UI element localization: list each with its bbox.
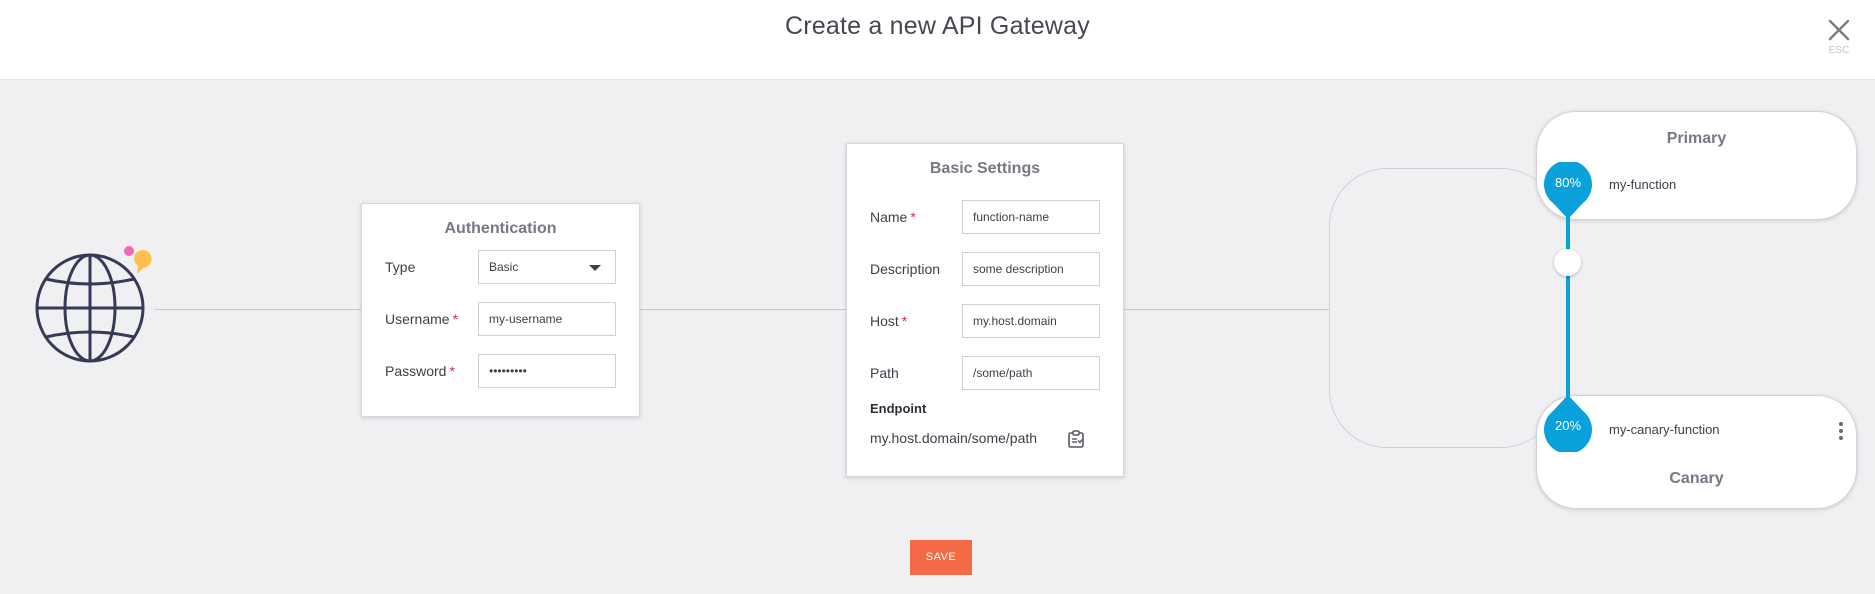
authentication-title: Authentication	[444, 220, 557, 237]
primary-function-name: my-function	[1609, 177, 1677, 192]
endpoint-url: my.host.domain/some/path	[870, 430, 1038, 446]
required-asterisk: *	[901, 313, 908, 329]
routing-split-box	[1329, 168, 1559, 448]
esc-hint: ESC	[1828, 45, 1850, 56]
path-input[interactable]: /some/path	[962, 356, 1100, 390]
traffic-split-track	[1566, 212, 1570, 404]
pin-shape	[1544, 160, 1592, 219]
canary-percent-badge: 20%	[1543, 394, 1593, 454]
basic-settings-title: Basic Settings	[929, 160, 1041, 177]
host-input[interactable]: my.host.domain	[962, 304, 1100, 338]
modal-header: Create a new API Gateway ESC	[0, 0, 1875, 80]
close-button[interactable]: ESC	[1822, 14, 1856, 60]
page-title: Create a new API Gateway	[785, 12, 1090, 40]
username-input[interactable]: my-username	[478, 302, 616, 336]
name-label: Name *	[870, 209, 916, 225]
canary-percent: 20%	[1554, 418, 1582, 433]
host-label: Host *	[870, 313, 908, 329]
copy-to-clipboard-icon[interactable]	[1066, 429, 1086, 454]
description-input[interactable]: some description	[962, 252, 1100, 286]
basic-settings-card: Basic Settings Name * function-name Descr…	[846, 143, 1124, 477]
required-asterisk: *	[910, 209, 916, 225]
path-label: Path	[870, 365, 899, 381]
name-input[interactable]: function-name	[962, 200, 1100, 234]
required-asterisk: *	[452, 311, 459, 327]
description-label: Description	[870, 261, 941, 277]
more-vertical-icon[interactable]	[1835, 420, 1847, 442]
globe-icon	[35, 246, 152, 363]
endpoint-title: Endpoint	[870, 401, 927, 416]
connector-line	[1123, 309, 1330, 310]
password-input[interactable]: •••••••••	[478, 354, 616, 388]
chevron-down-icon	[589, 265, 601, 271]
primary-title: Primary	[1666, 130, 1727, 147]
client-globe	[32, 242, 157, 364]
canary-function-name: my-canary-function	[1609, 422, 1720, 437]
canary-title: Canary	[1669, 470, 1724, 487]
close-icon	[1828, 19, 1850, 41]
auth-type-select[interactable]: Basic	[478, 250, 616, 284]
primary-percent: 80%	[1554, 175, 1582, 190]
type-label: Type	[385, 259, 416, 275]
authentication-card: Authentication Type Basic Username * my-u…	[361, 203, 640, 417]
username-label: Username *	[385, 311, 459, 327]
required-asterisk: *	[449, 363, 455, 379]
save-button[interactable]: SAVE	[910, 540, 972, 575]
traffic-split-handle[interactable]	[1554, 249, 1581, 276]
password-label: Password *	[385, 363, 455, 379]
primary-percent-badge: 80%	[1543, 160, 1593, 220]
connector-line	[640, 309, 847, 310]
pink-dot	[124, 246, 134, 256]
yellow-dot	[134, 250, 152, 274]
connector-line	[155, 309, 362, 310]
